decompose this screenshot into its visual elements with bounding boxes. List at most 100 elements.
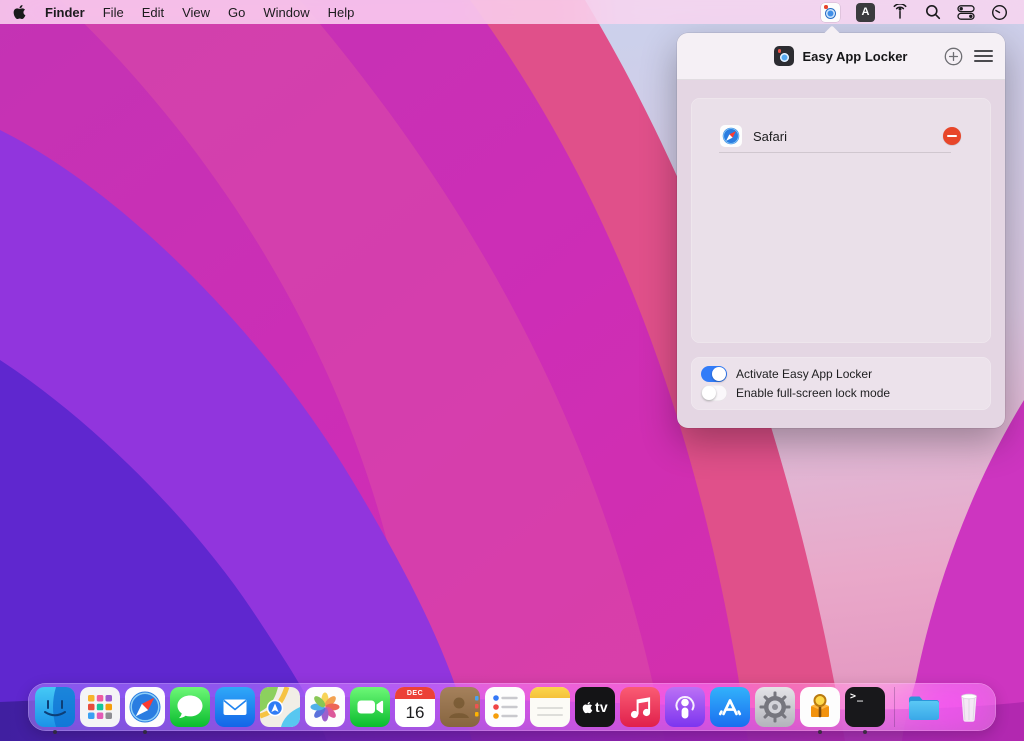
safari-icon (720, 125, 742, 147)
dock-item-music[interactable] (620, 687, 660, 727)
trash-icon (949, 687, 989, 727)
dock-item-system-preferences[interactable] (755, 687, 795, 727)
maps-icon (260, 687, 300, 727)
dock-item-maps[interactable] (260, 687, 300, 727)
dock-item-appstore[interactable] (710, 687, 750, 727)
launchpad-icon (80, 687, 120, 727)
menu-bar-left: Finder File Edit View Go Window Help (0, 0, 363, 24)
dock-item-search-utility[interactable] (800, 687, 840, 727)
dock-item-downloads-folder[interactable] (904, 687, 944, 727)
fullscreen-toggle-row: Enable full-screen lock mode (701, 384, 981, 402)
menu-go[interactable]: Go (219, 0, 254, 24)
running-indicator (863, 730, 867, 734)
desktop: Finder File Edit View Go Window Help A (0, 0, 1024, 741)
calendar-icon: DEC 16 (395, 687, 435, 727)
mail-icon (215, 687, 255, 727)
status-spotlight[interactable] (917, 0, 949, 24)
menu-view[interactable]: View (173, 0, 219, 24)
running-indicator (53, 730, 57, 734)
finder-icon (35, 687, 75, 727)
running-indicator (818, 730, 822, 734)
clock-icon (991, 4, 1008, 21)
activate-toggle[interactable] (701, 366, 727, 382)
popover-header: Easy App Locker (677, 33, 1005, 80)
reminders-icon (485, 687, 525, 727)
messages-icon (170, 687, 210, 727)
popover-title: Easy App Locker (802, 49, 907, 64)
dock-item-appletv[interactable]: tv (575, 687, 615, 727)
terminal-icon: >_ (845, 687, 885, 727)
menu-help[interactable]: Help (319, 0, 364, 24)
folder-icon (904, 687, 944, 727)
dock-item-photos[interactable] (305, 687, 345, 727)
calendar-month: DEC (395, 687, 435, 699)
activate-toggle-row: Activate Easy App Locker (701, 365, 981, 383)
status-input-source[interactable]: A (848, 0, 883, 24)
running-indicator (143, 730, 147, 734)
fullscreen-lock-toggle[interactable] (701, 385, 727, 401)
safari-icon (125, 687, 165, 727)
dock-item-contacts[interactable] (440, 687, 480, 727)
dock-item-messages[interactable] (170, 687, 210, 727)
dock-item-podcasts[interactable] (665, 687, 705, 727)
wifi-antenna-icon (891, 4, 909, 20)
status-easy-app-locker[interactable] (813, 0, 848, 24)
dock-item-finder[interactable] (35, 687, 75, 727)
fullscreen-toggle-label: Enable full-screen lock mode (736, 386, 890, 400)
status-clock[interactable] (983, 0, 1016, 24)
facetime-icon (350, 687, 390, 727)
tv-label: tv (595, 699, 608, 715)
terminal-prompt: >_ (850, 691, 864, 702)
menu-window[interactable]: Window (254, 0, 318, 24)
dock-item-mail[interactable] (215, 687, 255, 727)
menu-bar-status-area: A (813, 0, 1024, 24)
apple-logo-icon (13, 4, 26, 20)
status-wifi[interactable] (883, 0, 917, 24)
menu-edit[interactable]: Edit (133, 0, 173, 24)
menu-bar: Finder File Edit View Go Window Help A (0, 0, 1024, 24)
dock-item-notes[interactable] (530, 687, 570, 727)
search-icon (925, 4, 941, 20)
calendar-day: 16 (406, 699, 425, 727)
easy-app-locker-menu-icon (821, 3, 840, 22)
menu-button[interactable] (974, 50, 993, 63)
system-preferences-icon (755, 687, 795, 727)
toggle-knob (712, 367, 726, 381)
activate-toggle-label: Activate Easy App Locker (736, 367, 872, 381)
dock: DEC 16 (28, 683, 996, 731)
menu-app-name[interactable]: Finder (36, 0, 94, 24)
app-store-icon (710, 687, 750, 727)
popover-header-controls (944, 33, 993, 79)
easy-app-locker-popover: Easy App Locker (677, 33, 1005, 428)
apple-logo-icon (582, 701, 593, 714)
easy-app-locker-app-icon (774, 46, 794, 66)
music-icon (620, 687, 660, 727)
dock-item-facetime[interactable] (350, 687, 390, 727)
control-center-icon (957, 5, 975, 20)
contacts-icon (440, 687, 480, 727)
apple-tv-icon: tv (575, 687, 615, 727)
remove-app-button[interactable] (943, 127, 961, 145)
menu-file[interactable]: File (94, 0, 133, 24)
plus-circle-icon (944, 47, 963, 66)
podcasts-icon (665, 687, 705, 727)
dock-item-terminal[interactable]: >_ (845, 687, 885, 727)
search-utility-icon (800, 687, 840, 727)
locked-app-row: Safari (691, 120, 991, 152)
locked-app-name: Safari (753, 129, 787, 144)
settings-panel: Activate Easy App Locker Enable full-scr… (691, 357, 991, 410)
dock-item-reminders[interactable] (485, 687, 525, 727)
photos-icon (305, 687, 345, 727)
dock-item-launchpad[interactable] (80, 687, 120, 727)
status-control-center[interactable] (949, 0, 983, 24)
add-app-button[interactable] (944, 47, 963, 66)
row-separator (719, 152, 951, 153)
notes-icon (530, 687, 570, 727)
dock-item-trash[interactable] (949, 687, 989, 727)
dock-item-safari[interactable] (125, 687, 165, 727)
dock-divider (894, 687, 895, 727)
locked-apps-panel: Safari (691, 98, 991, 343)
apple-menu[interactable] (0, 0, 36, 24)
dock-item-calendar[interactable]: DEC 16 (395, 687, 435, 727)
input-source-icon: A (856, 3, 875, 22)
